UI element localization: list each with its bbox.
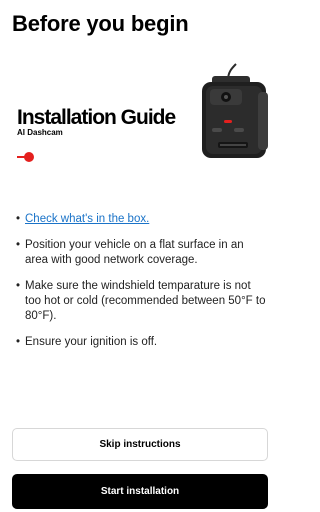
page-title: Before you begin — [12, 11, 189, 36]
list-item: Make sure the windshield temparature is … — [16, 279, 266, 324]
list-item: Check what's in the box. — [16, 212, 266, 227]
skip-instructions-button[interactable]: Skip instructions — [12, 428, 268, 461]
installation-guide-banner: Installation Guide AI Dashcam — [0, 62, 279, 202]
pre-install-checklist: Check what's in the box. Position your v… — [16, 212, 266, 361]
before-you-begin-screen: Before you begin Installation Guide AI D… — [0, 0, 279, 512]
dashcam-device-image — [202, 63, 268, 158]
guide-title: Installation Guide — [17, 106, 176, 129]
check-box-contents-link[interactable]: Check what's in the box. — [25, 213, 149, 225]
start-installation-button[interactable]: Start installation — [12, 474, 268, 509]
brand-logo-icon — [17, 152, 34, 162]
guide-subtitle: AI Dashcam — [17, 128, 63, 137]
list-item: Ensure your ignition is off. — [16, 335, 266, 350]
list-item: Position your vehicle on a flat surface … — [16, 238, 266, 268]
